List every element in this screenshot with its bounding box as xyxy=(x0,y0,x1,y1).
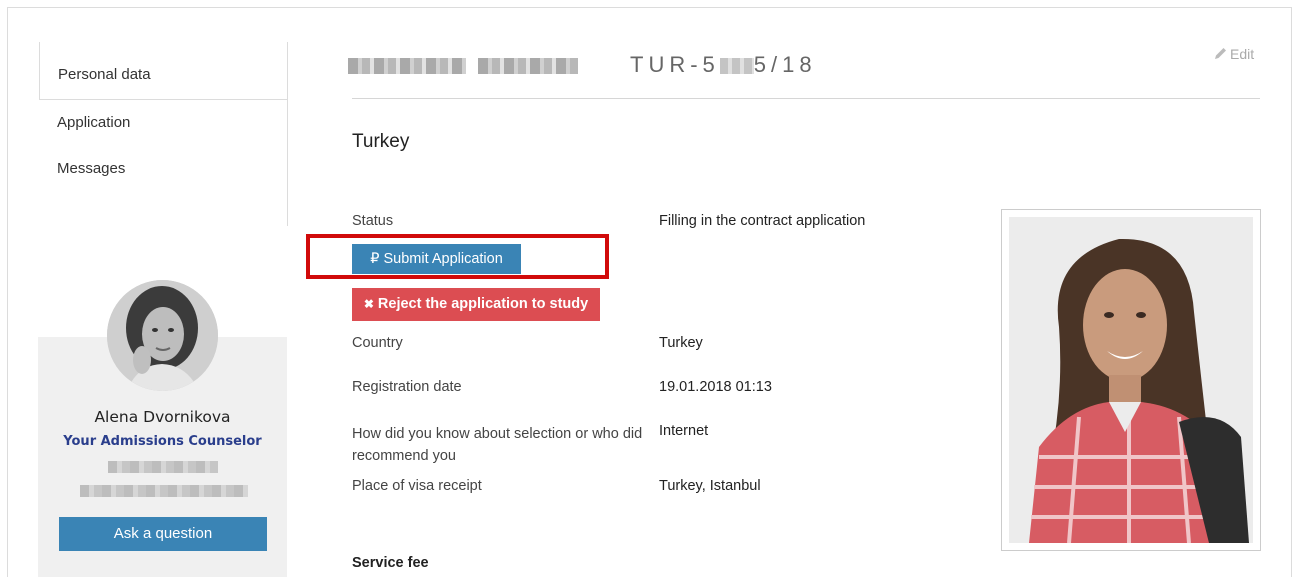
status-value: Filling in the contract application xyxy=(659,213,866,229)
applicant-photo xyxy=(1001,209,1261,551)
status-label: Status xyxy=(352,213,394,229)
counselor-contact-redacted xyxy=(108,461,218,473)
country-value: Turkey xyxy=(659,335,703,351)
counselor-name: Alena Dvornikova xyxy=(94,408,231,426)
close-icon: ✖ xyxy=(363,297,374,311)
submit-highlight-box xyxy=(306,234,609,279)
application-id-redacted xyxy=(719,58,754,75)
country-label: Country xyxy=(352,335,403,351)
sidebar-nav: Personal data Application Messages xyxy=(39,42,287,192)
registration-date-label: Registration date xyxy=(352,379,462,395)
ask-question-button[interactable]: Ask a question xyxy=(59,517,267,551)
counselor-email-redacted xyxy=(80,485,248,497)
applicant-photo-image xyxy=(1009,217,1253,543)
sidebar-item-messages[interactable]: Messages xyxy=(39,146,287,192)
edit-label: Edit xyxy=(1230,46,1255,62)
pencil-icon xyxy=(1214,46,1230,62)
visa-place-label: Place of visa receipt xyxy=(352,478,482,494)
nav-rail xyxy=(287,42,288,226)
service-fee-heading: Service fee xyxy=(352,555,429,571)
application-id-suffix: 5/18 xyxy=(753,52,817,77)
reject-application-button[interactable]: ✖ Reject the application to study xyxy=(352,288,600,321)
country-title: Turkey xyxy=(352,131,410,152)
referral-source-label: How did you know about selection or who … xyxy=(352,426,643,464)
application-id-prefix: TUR-5 xyxy=(630,52,720,77)
applicant-name-redacted xyxy=(348,58,466,74)
counselor-avatar xyxy=(107,280,218,391)
application-id: TUR-5 5/18 xyxy=(630,52,817,78)
header-divider xyxy=(352,98,1260,99)
sidebar-item-personal-data[interactable]: Personal data xyxy=(39,42,287,100)
applicant-surname-redacted xyxy=(478,58,578,74)
counselor-role: Your Admissions Counselor xyxy=(63,434,262,449)
reject-application-label: Reject the application to study xyxy=(377,296,589,312)
edit-link[interactable]: Edit xyxy=(1214,46,1254,62)
referral-source-value: Internet xyxy=(659,423,709,439)
sidebar-item-application[interactable]: Application xyxy=(39,100,287,146)
registration-date-value: 19.01.2018 01:13 xyxy=(659,379,772,395)
visa-place-value: Turkey, Istanbul xyxy=(659,478,761,494)
